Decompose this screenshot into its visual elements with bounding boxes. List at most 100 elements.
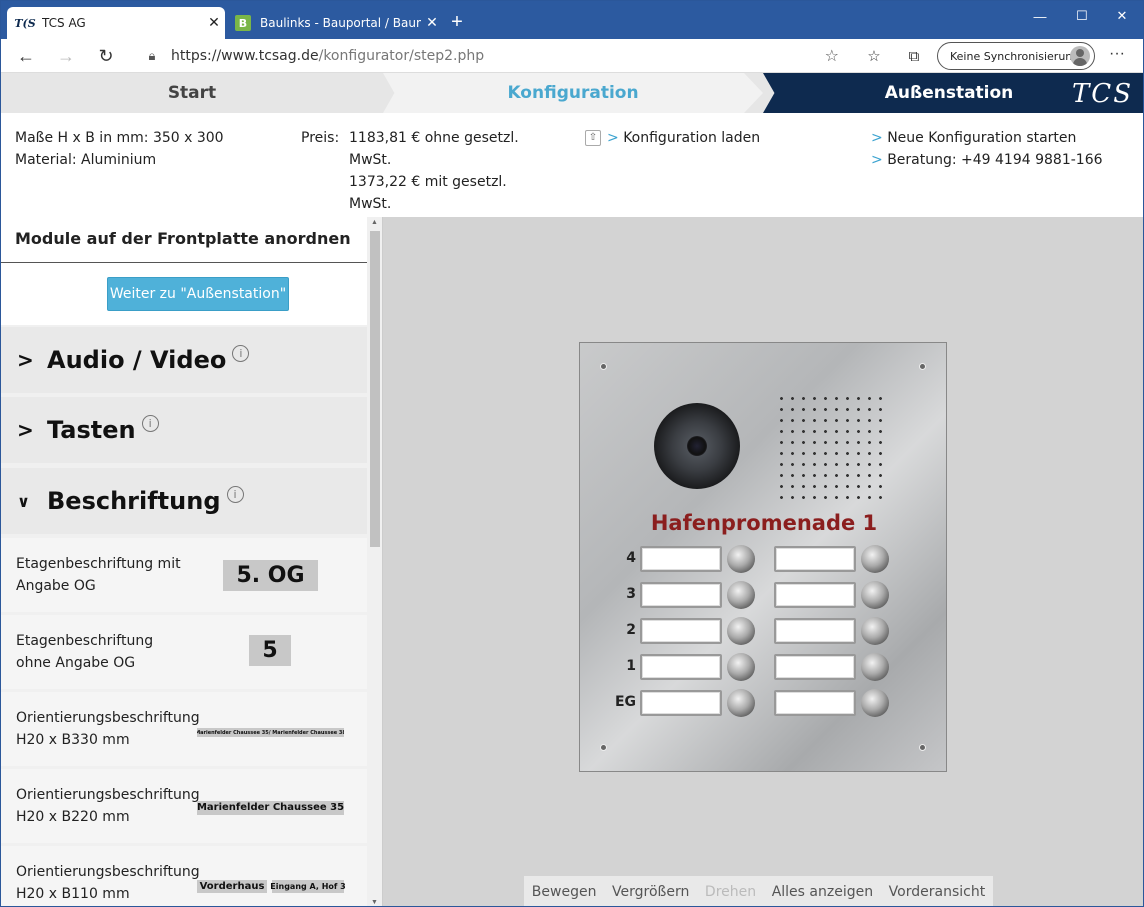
bell-button[interactable] [727,545,755,573]
move-button[interactable]: Bewegen [532,884,597,900]
name-plate[interactable] [640,654,722,680]
name-plate[interactable] [640,582,722,608]
price-label: Preis: [301,130,340,146]
favorite-star-icon[interactable]: ☆ [825,46,839,65]
consulting-link[interactable]: > Beratung: +49 4194 9881-166 [871,149,1103,171]
dimensions-block: Maße H x B in mm: 350 x 300 Material: Al… [15,127,224,171]
bell-button[interactable] [861,545,889,573]
close-tab-icon[interactable]: ✕ [203,15,225,31]
arrow-icon: > [871,130,883,146]
load-config-link[interactable]: ⇧ > Konfiguration laden [585,127,760,149]
floor-label[interactable]: 4 [612,550,636,566]
option-preview[interactable]: 5. OG [223,560,318,591]
refresh-icon[interactable]: ↻ [91,43,121,69]
url-path: /konfigurator/step2.php [318,48,485,64]
section-audio-video[interactable]: > Audio / Video i [1,327,367,393]
info-icon[interactable]: i [226,485,244,503]
forward-icon[interactable]: → [51,43,81,69]
rotate-button[interactable]: Drehen [705,884,756,900]
preview-canvas[interactable]: Hafenpromenade 1 4 3 2 1 EG Bewegen Verg… [383,217,1143,906]
name-plate[interactable] [640,546,722,572]
bell-button[interactable] [861,581,889,609]
floor-label[interactable]: 1 [612,658,636,674]
option-etage[interactable]: Etagenbeschriftung ohne Angabe OG 5 [1,615,367,689]
arrow-icon: > [871,152,883,168]
zoom-button[interactable]: Vergrößern [612,884,689,900]
bell-button[interactable] [727,653,755,681]
scrollbar-thumb[interactable] [370,231,380,547]
bell-row: EG [580,688,948,718]
show-all-button[interactable]: Alles anzeigen [772,884,873,900]
close-tab-icon[interactable]: ✕ [421,15,443,31]
url-field[interactable]: 🔒︎ https://www.tcsag.de/konfigurator/ste… [133,42,849,70]
scroll-up-icon[interactable]: ▲ [371,219,378,226]
bell-button[interactable] [861,617,889,645]
collections-icon[interactable]: ⧉ [901,45,927,67]
screw-icon [919,363,926,370]
chevron-down-icon: ∨ [17,491,30,511]
option-orient-110[interactable]: Orientierungsbeschriftung H20 x B110 mm … [1,846,367,906]
option-preview[interactable]: Vorderhaus [197,880,267,893]
bell-button[interactable] [727,689,755,717]
option-etage-og[interactable]: Etagenbeschriftung mit Angabe OG 5. OG [1,538,367,612]
module-sidebar: Module auf der Frontplatte anordnen Weit… [1,217,383,906]
sync-button[interactable]: Keine Synchronisierung [937,42,1095,70]
sidebar-scrollbar[interactable]: ▲ ▼ [367,217,382,906]
favorites-icon[interactable]: ☆ [861,45,887,67]
option-preview[interactable]: Eingang A, Hof 3 [270,880,346,893]
option-preview[interactable]: Marienfelder Chaussee 35 [197,801,344,815]
name-plate[interactable] [640,690,722,716]
section-tasten[interactable]: > Tasten i [1,397,367,463]
speaker-grille[interactable] [776,393,886,499]
info-icon[interactable]: i [141,414,159,432]
scroll-down-icon[interactable]: ▼ [371,899,378,906]
profile-avatar-icon [1070,46,1090,66]
bell-button[interactable] [727,617,755,645]
minimize-icon[interactable]: — [1017,1,1063,31]
close-window-icon[interactable]: ✕ [1099,1,1143,31]
new-tab-icon[interactable]: + [447,11,467,34]
url-host: https://www.tcsag.de [171,48,319,64]
floor-label[interactable]: 2 [612,622,636,638]
more-menu-icon[interactable]: ··· [1109,45,1125,63]
name-plate[interactable] [774,618,856,644]
section-label: Beschriftung [47,487,221,515]
dimensions-text: Maße H x B in mm: 350 x 300 [15,130,224,146]
bell-row: 4 [580,544,948,574]
camera-module[interactable] [654,403,740,489]
option-orient-220[interactable]: Orientierungsbeschriftung H20 x B220 mm … [1,769,367,843]
tab-tcs[interactable]: T(S TCS AG ✕ [7,7,225,39]
bell-row: 1 [580,652,948,682]
option-label: Etagenbeschriftung [16,633,154,649]
name-plate[interactable] [640,618,722,644]
bell-button[interactable] [727,581,755,609]
option-orient-330[interactable]: Orientierungsbeschriftung H20 x B330 mm … [1,692,367,766]
floor-label[interactable]: EG [612,694,636,710]
option-preview[interactable]: 5 [249,635,291,666]
step-aussenstation-label: Außenstation [884,83,1014,103]
back-icon[interactable]: ← [11,43,41,69]
bell-button[interactable] [861,689,889,717]
name-plate[interactable] [774,546,856,572]
new-config-link[interactable]: > Neue Konfiguration starten [871,127,1103,149]
section-beschriftung[interactable]: ∨ Beschriftung i [1,468,367,534]
floor-label[interactable]: 3 [612,586,636,602]
option-preview[interactable]: Marienfelder Chaussee 35/ Marienfelder C… [197,728,344,737]
name-plate[interactable] [774,582,856,608]
name-plate[interactable] [774,654,856,680]
info-icon[interactable]: i [232,344,250,362]
tab-baulinks[interactable]: B Baulinks - Bauportal / Baumagaz ✕ [227,7,443,39]
bell-button[interactable] [861,653,889,681]
price-gross: 1373,22 € mit gesetzl. [349,174,507,190]
step-konfiguration[interactable]: Konfiguration [383,73,763,113]
front-view-button[interactable]: Vorderansicht [889,884,986,900]
screw-icon [600,363,607,370]
continue-button[interactable]: Weiter zu "Außenstation" [107,277,289,311]
step-start[interactable]: Start [1,73,383,113]
door-station-panel[interactable]: Hafenpromenade 1 4 3 2 1 EG [579,342,947,772]
panel-title[interactable]: Hafenpromenade 1 [580,511,948,535]
price-net-suffix: MwSt. [349,152,392,168]
name-plate[interactable] [774,690,856,716]
browser-window: T(S TCS AG ✕ B Baulinks - Bauportal / Ba… [0,0,1144,907]
option-label: ohne Angabe OG [16,655,136,671]
